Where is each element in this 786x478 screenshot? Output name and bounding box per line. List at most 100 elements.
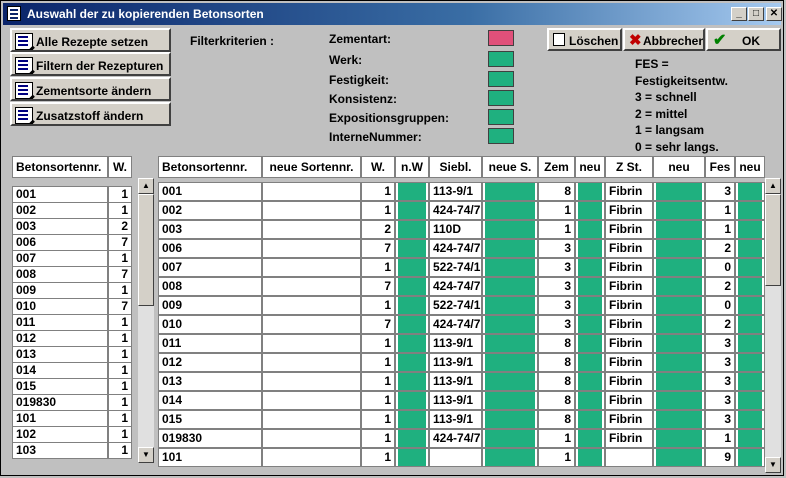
filter-swatch-festigkeit[interactable]: [488, 71, 514, 87]
main-cell-green-field[interactable]: [482, 372, 538, 391]
main-cell-green-field[interactable]: [395, 182, 429, 201]
main-cell-fes[interactable]: 2: [705, 277, 735, 296]
main-header-cell[interactable]: neue Sortennr.: [262, 156, 361, 178]
main-cell-green-field[interactable]: [653, 258, 705, 277]
main-cell-green-field[interactable]: [482, 182, 538, 201]
main-cell-zst[interactable]: Fibrin: [605, 258, 653, 277]
main-header-cell[interactable]: neu: [735, 156, 765, 178]
main-cell-green-field[interactable]: [735, 201, 765, 220]
main-cell-siebl[interactable]: 424-74/7: [429, 315, 482, 334]
main-cell-green-field[interactable]: [395, 201, 429, 220]
main-cell-green-field[interactable]: [735, 258, 765, 277]
main-cell-fes[interactable]: 3: [705, 410, 735, 429]
main-cell-green-field[interactable]: [653, 201, 705, 220]
left-row-w[interactable]: 1: [108, 442, 132, 459]
main-cell-green-field[interactable]: [575, 372, 605, 391]
maximize-button[interactable]: □: [748, 7, 764, 21]
title-bar[interactable]: Auswahl der zu kopierenden Betonsorten _…: [3, 3, 782, 25]
main-cell-green-field[interactable]: [482, 277, 538, 296]
main-cell-green-field[interactable]: [395, 429, 429, 448]
change-additive-button[interactable]: Zusatzstoff ändern: [10, 102, 171, 126]
main-cell-siebl[interactable]: 424-74/7: [429, 201, 482, 220]
main-cell-siebl[interactable]: 424-74/7: [429, 429, 482, 448]
main-cell-zst[interactable]: Fibrin: [605, 315, 653, 334]
main-cell-w[interactable]: 1: [361, 201, 395, 220]
main-cell-neu-nr[interactable]: [262, 315, 361, 334]
main-cell-nr[interactable]: 010: [158, 315, 262, 334]
left-header-cell[interactable]: W.: [108, 156, 132, 178]
main-cell-green-field[interactable]: [735, 353, 765, 372]
main-cell-green-field[interactable]: [482, 201, 538, 220]
main-cell-w[interactable]: 7: [361, 277, 395, 296]
main-cell-green-field[interactable]: [482, 220, 538, 239]
main-cell-w[interactable]: 1: [361, 296, 395, 315]
main-cell-fes[interactable]: 3: [705, 372, 735, 391]
main-cell-zst[interactable]: Fibrin: [605, 391, 653, 410]
main-cell-green-field[interactable]: [735, 372, 765, 391]
main-cell-green-field[interactable]: [575, 201, 605, 220]
main-header-cell[interactable]: neu: [575, 156, 605, 178]
main-cell-green-field[interactable]: [395, 448, 429, 467]
main-cell-green-field[interactable]: [735, 429, 765, 448]
main-cell-fes[interactable]: 1: [705, 220, 735, 239]
main-cell-neu-nr[interactable]: [262, 239, 361, 258]
left-row-w[interactable]: 1: [108, 410, 132, 427]
left-row-w[interactable]: 7: [108, 234, 132, 251]
main-cell-green-field[interactable]: [482, 296, 538, 315]
main-cell-nr[interactable]: 011: [158, 334, 262, 353]
main-header-cell[interactable]: W.: [361, 156, 395, 178]
main-cell-green-field[interactable]: [735, 315, 765, 334]
main-cell-zem[interactable]: 8: [538, 334, 575, 353]
left-row-nr[interactable]: 019830: [12, 394, 108, 411]
main-cell-green-field[interactable]: [395, 353, 429, 372]
main-cell-green-field[interactable]: [395, 296, 429, 315]
main-cell-zst[interactable]: Fibrin: [605, 410, 653, 429]
left-row-nr[interactable]: 002: [12, 202, 108, 219]
left-row-nr[interactable]: 014: [12, 362, 108, 379]
main-cell-siebl[interactable]: 113-9/1: [429, 391, 482, 410]
main-cell-green-field[interactable]: [653, 182, 705, 201]
left-row-nr[interactable]: 006: [12, 234, 108, 251]
main-cell-green-field[interactable]: [395, 277, 429, 296]
left-row-w[interactable]: 1: [108, 282, 132, 299]
main-cell-zem[interactable]: 1: [538, 220, 575, 239]
main-cell-neu-nr[interactable]: [262, 201, 361, 220]
main-cell-neu-nr[interactable]: [262, 296, 361, 315]
main-cell-nr[interactable]: 006: [158, 239, 262, 258]
scroll-up-arrow-icon[interactable]: ▲: [765, 178, 781, 194]
main-cell-zst[interactable]: Fibrin: [605, 201, 653, 220]
main-cell-nr[interactable]: 019830: [158, 429, 262, 448]
main-cell-green-field[interactable]: [735, 182, 765, 201]
main-cell-zem[interactable]: 3: [538, 315, 575, 334]
main-cell-fes[interactable]: 9: [705, 448, 735, 467]
main-cell-green-field[interactable]: [653, 220, 705, 239]
main-cell-green-field[interactable]: [653, 239, 705, 258]
main-cell-fes[interactable]: 0: [705, 296, 735, 315]
main-header-cell[interactable]: Zem: [538, 156, 575, 178]
main-cell-green-field[interactable]: [575, 448, 605, 467]
main-cell-nr[interactable]: 009: [158, 296, 262, 315]
main-cell-green-field[interactable]: [735, 220, 765, 239]
main-cell-green-field[interactable]: [395, 315, 429, 334]
main-cell-fes[interactable]: 3: [705, 353, 735, 372]
left-table-scrollbar[interactable]: ▲ ▼: [138, 178, 154, 463]
main-cell-green-field[interactable]: [482, 315, 538, 334]
left-row-nr[interactable]: 009: [12, 282, 108, 299]
main-cell-fes[interactable]: 1: [705, 429, 735, 448]
left-row-nr[interactable]: 103: [12, 442, 108, 459]
left-row-w[interactable]: 1: [108, 378, 132, 395]
left-row-w[interactable]: 1: [108, 330, 132, 347]
left-row-nr[interactable]: 003: [12, 218, 108, 235]
left-row-w[interactable]: 1: [108, 250, 132, 267]
main-cell-green-field[interactable]: [482, 448, 538, 467]
main-cell-green-field[interactable]: [482, 239, 538, 258]
left-row-nr[interactable]: 007: [12, 250, 108, 267]
main-cell-zst[interactable]: Fibrin: [605, 429, 653, 448]
main-cell-w[interactable]: 1: [361, 182, 395, 201]
main-cell-zst[interactable]: Fibrin: [605, 372, 653, 391]
main-cell-w[interactable]: 1: [361, 391, 395, 410]
main-cell-w[interactable]: 1: [361, 334, 395, 353]
main-cell-nr[interactable]: 012: [158, 353, 262, 372]
left-header-cell[interactable]: Betonsortennr.: [12, 156, 108, 178]
main-cell-neu-nr[interactable]: [262, 448, 361, 467]
